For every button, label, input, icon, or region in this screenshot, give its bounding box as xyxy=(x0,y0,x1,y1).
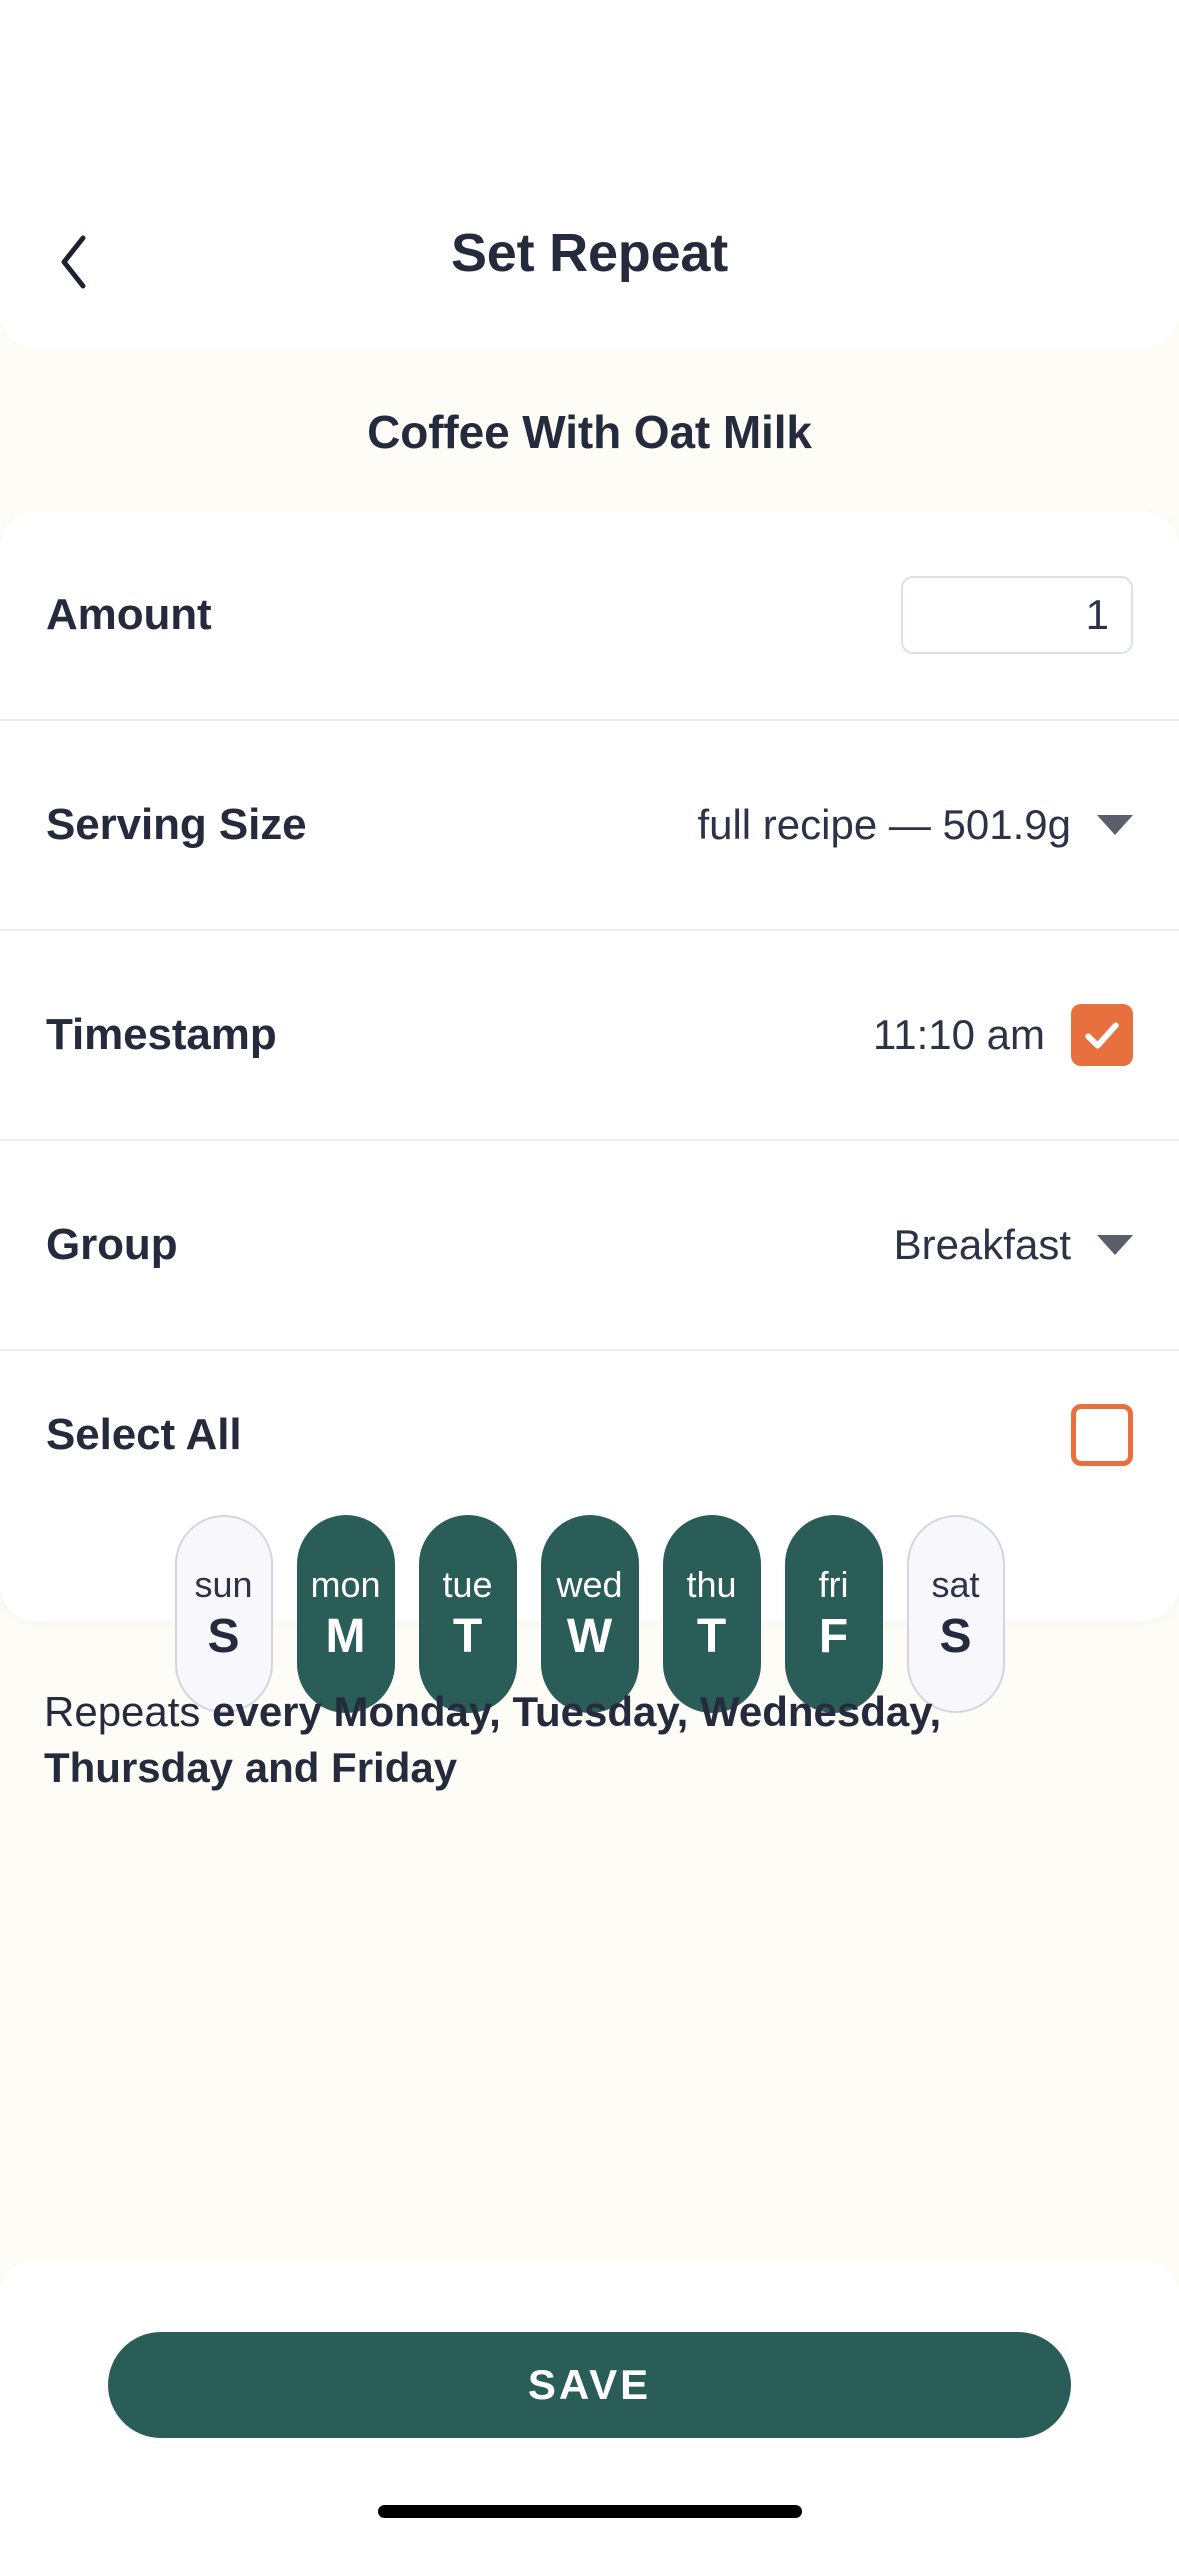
day-letter: W xyxy=(566,1610,613,1663)
chevron-down-icon[interactable] xyxy=(1097,1235,1133,1255)
serving-size-value: full recipe — 501.9g xyxy=(697,801,1071,848)
home-indicator xyxy=(377,2505,802,2518)
repeats-lead: Repeats xyxy=(44,1688,213,1735)
day-abbr: fri xyxy=(818,1564,849,1605)
navigation-header: Set Repeat xyxy=(0,0,1179,348)
group-value: Breakfast xyxy=(893,1221,1071,1268)
day-letter: F xyxy=(818,1610,849,1663)
page-title: Set Repeat xyxy=(450,223,729,283)
day-abbr: mon xyxy=(310,1564,381,1605)
save-button[interactable]: SAVE xyxy=(108,2332,1071,2438)
serving-size-label: Serving Size xyxy=(46,800,307,849)
day-letter: T xyxy=(696,1610,727,1663)
day-abbr: wed xyxy=(556,1564,623,1605)
settings-card: Amount 1 Serving Size full recipe — 501.… xyxy=(0,511,1179,1713)
amount-row: Amount 1 xyxy=(0,511,1179,721)
day-selector: sun S mon M tue T wed W thu T fri F sat … xyxy=(0,1501,1179,1713)
day-letter: M xyxy=(325,1610,366,1663)
day-abbr: thu xyxy=(686,1564,737,1605)
select-all-checkbox[interactable] xyxy=(1071,1404,1133,1466)
save-button-label: SAVE xyxy=(527,2361,652,2408)
group-row[interactable]: Group Breakfast xyxy=(0,1141,1179,1351)
check-icon xyxy=(1085,1022,1119,1049)
day-letter: T xyxy=(452,1610,483,1663)
amount-input[interactable]: 1 xyxy=(901,576,1133,654)
timestamp-checkbox[interactable] xyxy=(1071,1004,1133,1066)
amount-label: Amount xyxy=(46,590,212,639)
repeats-summary: Repeats every Monday, Tuesday, Wednesday… xyxy=(44,1684,1064,1796)
app-screen: 12:40 Set Repeat Co xyxy=(0,0,1179,2556)
footer-bar: SAVE xyxy=(0,2260,1179,2556)
day-letter: S xyxy=(207,1610,240,1663)
day-letter: S xyxy=(939,1610,972,1663)
group-label: Group xyxy=(46,1220,178,1269)
timestamp-label: Timestamp xyxy=(46,1010,277,1059)
serving-size-row[interactable]: Serving Size full recipe — 501.9g xyxy=(0,721,1179,931)
timestamp-row: Timestamp 11:10 am xyxy=(0,931,1179,1141)
select-all-label: Select All xyxy=(46,1410,242,1459)
select-all-row: Select All xyxy=(0,1351,1179,1501)
day-abbr: tue xyxy=(442,1564,493,1605)
timestamp-value[interactable]: 11:10 am xyxy=(873,1011,1045,1059)
day-abbr: sun xyxy=(194,1564,253,1605)
day-abbr: sat xyxy=(931,1564,980,1605)
chevron-down-icon[interactable] xyxy=(1097,815,1133,835)
recipe-title: Coffee With Oat Milk xyxy=(367,406,812,458)
